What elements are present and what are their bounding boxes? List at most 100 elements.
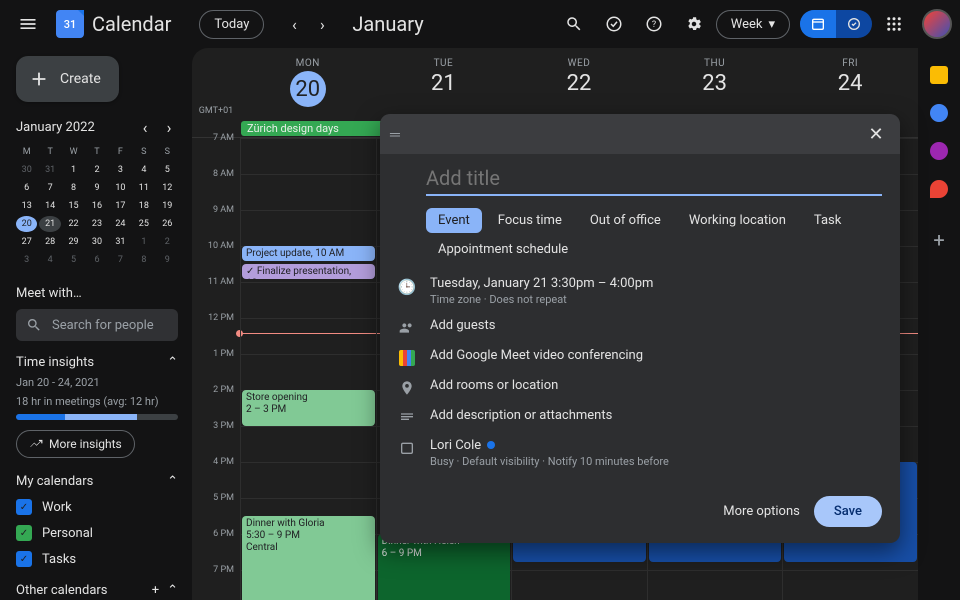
mini-cal-next[interactable]: ›: [160, 118, 178, 136]
day-header[interactable]: WED22: [511, 58, 647, 116]
mini-cal-day[interactable]: 15: [63, 198, 84, 214]
mini-cal-prev[interactable]: ‹: [136, 118, 154, 136]
calendar-event[interactable]: Dinner with Gloria5:30 – 9 PMCentral: [242, 516, 375, 600]
mini-cal-day[interactable]: 2: [157, 234, 178, 250]
calendar-event[interactable]: Project update, 10 AM: [242, 246, 375, 261]
mini-cal-day[interactable]: 1: [133, 234, 154, 250]
mini-cal-day[interactable]: 30: [86, 234, 107, 250]
close-dialog-button[interactable]: ✕: [862, 120, 890, 148]
tasks-icon[interactable]: [596, 6, 632, 42]
mini-cal-day[interactable]: 5: [63, 252, 84, 268]
mini-cal-day[interactable]: 28: [39, 234, 60, 250]
mini-cal-day[interactable]: 1: [63, 162, 84, 178]
event-type-tab[interactable]: Appointment schedule: [426, 237, 580, 262]
mini-cal-day[interactable]: 4: [133, 162, 154, 178]
more-options-button[interactable]: More options: [723, 504, 800, 519]
mini-cal-day[interactable]: 4: [39, 252, 60, 268]
search-icon[interactable]: [556, 6, 592, 42]
add-guests-button[interactable]: Add guests: [430, 318, 495, 333]
calendar-toggle[interactable]: ✓Personal: [16, 525, 178, 541]
event-type-tab[interactable]: Out of office: [578, 208, 673, 233]
event-type-tab[interactable]: Task: [802, 208, 853, 233]
mini-cal-day[interactable]: 3: [110, 162, 131, 178]
calendar-toggle[interactable]: ✓Tasks: [16, 551, 178, 567]
prev-week-button[interactable]: ‹: [280, 10, 308, 38]
day-column[interactable]: Project update, 10 AM ✓ Finalize presenta…: [240, 138, 376, 600]
mini-cal-day[interactable]: 6: [86, 252, 107, 268]
search-people-input[interactable]: Search for people: [16, 309, 178, 341]
tasks-view-button[interactable]: [836, 10, 872, 38]
add-description-button[interactable]: Add description or attachments: [430, 408, 612, 423]
account-avatar[interactable]: [922, 9, 952, 39]
calendar-event[interactable]: Store opening2 – 3 PM: [242, 390, 375, 426]
collapse-icon[interactable]: ⌃: [167, 355, 178, 370]
calendar-event[interactable]: ✓ Finalize presentation, 10…: [242, 264, 375, 279]
next-week-button[interactable]: ›: [308, 10, 336, 38]
add-meet-button[interactable]: Add Google Meet video conferencing: [430, 348, 643, 363]
calendar-view-button[interactable]: [800, 10, 836, 38]
collapse-icon[interactable]: ⌃: [167, 474, 178, 489]
save-button[interactable]: Save: [814, 496, 882, 527]
event-type-tab[interactable]: Focus time: [486, 208, 574, 233]
drag-handle-icon[interactable]: ═: [390, 126, 400, 143]
mini-cal-day[interactable]: 22: [63, 216, 84, 232]
more-insights-button[interactable]: More insights: [16, 430, 135, 458]
mini-cal-day[interactable]: 25: [133, 216, 154, 232]
today-button[interactable]: Today: [199, 10, 264, 39]
create-button[interactable]: Create: [16, 56, 119, 102]
chevron-down-icon: ▾: [768, 17, 775, 32]
mini-cal-day[interactable]: 8: [63, 180, 84, 196]
mini-cal-day[interactable]: 9: [86, 180, 107, 196]
mini-cal-day[interactable]: 14: [39, 198, 60, 214]
event-type-tab[interactable]: Event: [426, 208, 482, 233]
view-selector[interactable]: Week▾: [716, 10, 790, 39]
mini-cal-day[interactable]: 7: [110, 252, 131, 268]
mini-cal-day[interactable]: 31: [39, 162, 60, 178]
day-header[interactable]: TUE21: [376, 58, 512, 116]
event-datetime[interactable]: Tuesday, January 21 3:30pm – 4:00pm: [430, 276, 653, 291]
maps-icon[interactable]: [930, 180, 948, 198]
mini-cal-day[interactable]: 20: [16, 216, 37, 232]
mini-cal-day[interactable]: 2: [86, 162, 107, 178]
calendar-event[interactable]: Dinner with Helen6 – 9 PM: [378, 534, 511, 600]
help-icon[interactable]: ?: [636, 6, 672, 42]
mini-cal-day[interactable]: 23: [86, 216, 107, 232]
contacts-icon[interactable]: [930, 142, 948, 160]
mini-cal-day[interactable]: 21: [39, 216, 60, 232]
day-header[interactable]: THU23: [647, 58, 783, 116]
day-header[interactable]: FRI24: [782, 58, 918, 116]
mini-cal-day[interactable]: 31: [110, 234, 131, 250]
mini-cal-day[interactable]: 18: [133, 198, 154, 214]
mini-cal-day[interactable]: 27: [16, 234, 37, 250]
event-title-input[interactable]: [426, 162, 882, 196]
tasks-rail-icon[interactable]: [930, 104, 948, 122]
settings-icon[interactable]: [676, 6, 712, 42]
collapse-icon[interactable]: ⌃: [167, 583, 178, 598]
main-menu-button[interactable]: [8, 4, 48, 44]
mini-cal-day[interactable]: 13: [16, 198, 37, 214]
mini-cal-day[interactable]: 16: [86, 198, 107, 214]
mini-cal-day[interactable]: 6: [16, 180, 37, 196]
keep-icon[interactable]: [930, 66, 948, 84]
mini-cal-day[interactable]: 10: [110, 180, 131, 196]
mini-cal-day[interactable]: 8: [133, 252, 154, 268]
mini-cal-day[interactable]: 30: [16, 162, 37, 178]
mini-cal-day[interactable]: 5: [157, 162, 178, 178]
day-header[interactable]: MON20: [240, 58, 376, 116]
google-apps-icon[interactable]: [876, 6, 912, 42]
mini-cal-day[interactable]: 11: [133, 180, 154, 196]
mini-cal-day[interactable]: 29: [63, 234, 84, 250]
mini-cal-day[interactable]: 26: [157, 216, 178, 232]
mini-cal-day[interactable]: 19: [157, 198, 178, 214]
mini-cal-day[interactable]: 17: [110, 198, 131, 214]
add-location-button[interactable]: Add rooms or location: [430, 378, 558, 393]
add-calendar-button[interactable]: +: [152, 583, 159, 598]
event-type-tab[interactable]: Working location: [677, 208, 798, 233]
add-panel-button[interactable]: +: [933, 228, 944, 252]
calendar-toggle[interactable]: ✓Work: [16, 499, 178, 515]
mini-cal-day[interactable]: 12: [157, 180, 178, 196]
mini-cal-day[interactable]: 3: [16, 252, 37, 268]
mini-cal-day[interactable]: 9: [157, 252, 178, 268]
mini-cal-day[interactable]: 24: [110, 216, 131, 232]
mini-cal-day[interactable]: 7: [39, 180, 60, 196]
